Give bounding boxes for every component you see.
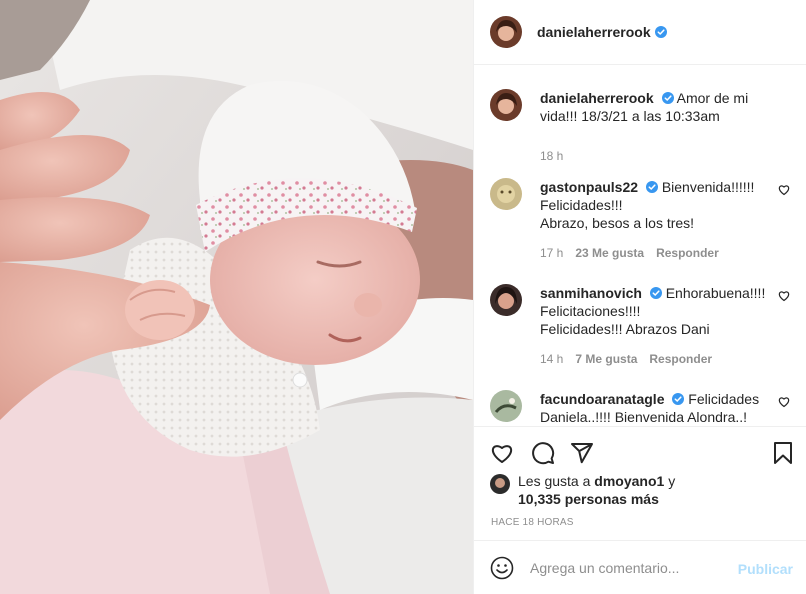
verified-badge-icon [645,181,658,193]
comments-list[interactable]: danielaherrerook Amor de mi vida!!! 18/3… [474,66,806,426]
caption-time[interactable]: 18 h [540,147,563,165]
comment-icon[interactable] [531,441,555,465]
caption-avatar[interactable] [490,89,522,121]
emoji-icon[interactable] [490,556,514,580]
post-header: danielaherrerook [474,0,806,65]
post-photo[interactable] [0,0,473,594]
comment-item: facundoaranatagle Felicidades Daniela..!… [490,390,790,426]
baby-photo-illustration [0,0,473,594]
caption: danielaherrerook Amor de mi vida!!! 18/3… [490,89,790,165]
likes-summary: Les gusta a dmoyano1 y 10,335 personas m… [490,472,675,508]
verified-badge-icon [672,393,685,405]
heart-icon[interactable] [490,441,514,465]
likes-prefix: Les gusta a [518,473,591,489]
commenter-avatar[interactable] [490,284,522,316]
likes-count[interactable]: 10,335 personas más [518,491,659,507]
comment-input[interactable] [530,559,720,576]
header-username[interactable]: danielaherrerook [537,24,651,40]
reply-button[interactable]: Responder [649,350,712,368]
comment-username[interactable]: gastonpauls22 [540,179,638,195]
comment-item: sanmihanovich Enhorabuena!!!! Felicitaci… [490,284,790,368]
comment-item: gastonpauls22 Bienvenida!!!!!! Felicidad… [490,178,790,262]
comment-time[interactable]: 17 h [540,244,563,262]
comment-like-heart-icon[interactable] [778,290,790,302]
commenter-avatar[interactable] [490,390,522,422]
liker-username[interactable]: dmoyano1 [594,473,664,489]
verified-badge-icon [654,26,667,38]
publish-button[interactable]: Publicar [738,561,793,577]
add-comment-bar: Publicar [474,540,806,594]
comment-username[interactable]: facundoaranatagle [540,391,664,407]
post-detail-panel: danielaherrerook danielaherrerook Amor d… [473,0,806,594]
comment-likes[interactable]: 7 Me gusta [575,350,637,368]
post-timestamp[interactable]: HACE 18 HORAS [491,517,574,528]
verified-badge-icon [649,287,662,299]
likes-joiner: y [668,473,676,489]
reply-button[interactable]: Responder [656,244,719,262]
profile-avatar[interactable] [490,16,522,48]
post-actions-bar [474,426,806,474]
liker-avatar[interactable] [490,474,510,494]
share-icon[interactable] [570,441,594,465]
commenter-avatar[interactable] [490,178,522,210]
comment-like-heart-icon[interactable] [778,396,790,408]
comment-likes[interactable]: 23 Me gusta [575,244,644,262]
comment-time[interactable]: 14 h [540,350,563,368]
verified-badge-icon [661,92,674,104]
comment-username[interactable]: sanmihanovich [540,285,642,301]
comment-like-heart-icon[interactable] [778,184,790,196]
caption-username[interactable]: danielaherrerook [540,90,654,106]
bookmark-icon[interactable] [771,441,795,465]
